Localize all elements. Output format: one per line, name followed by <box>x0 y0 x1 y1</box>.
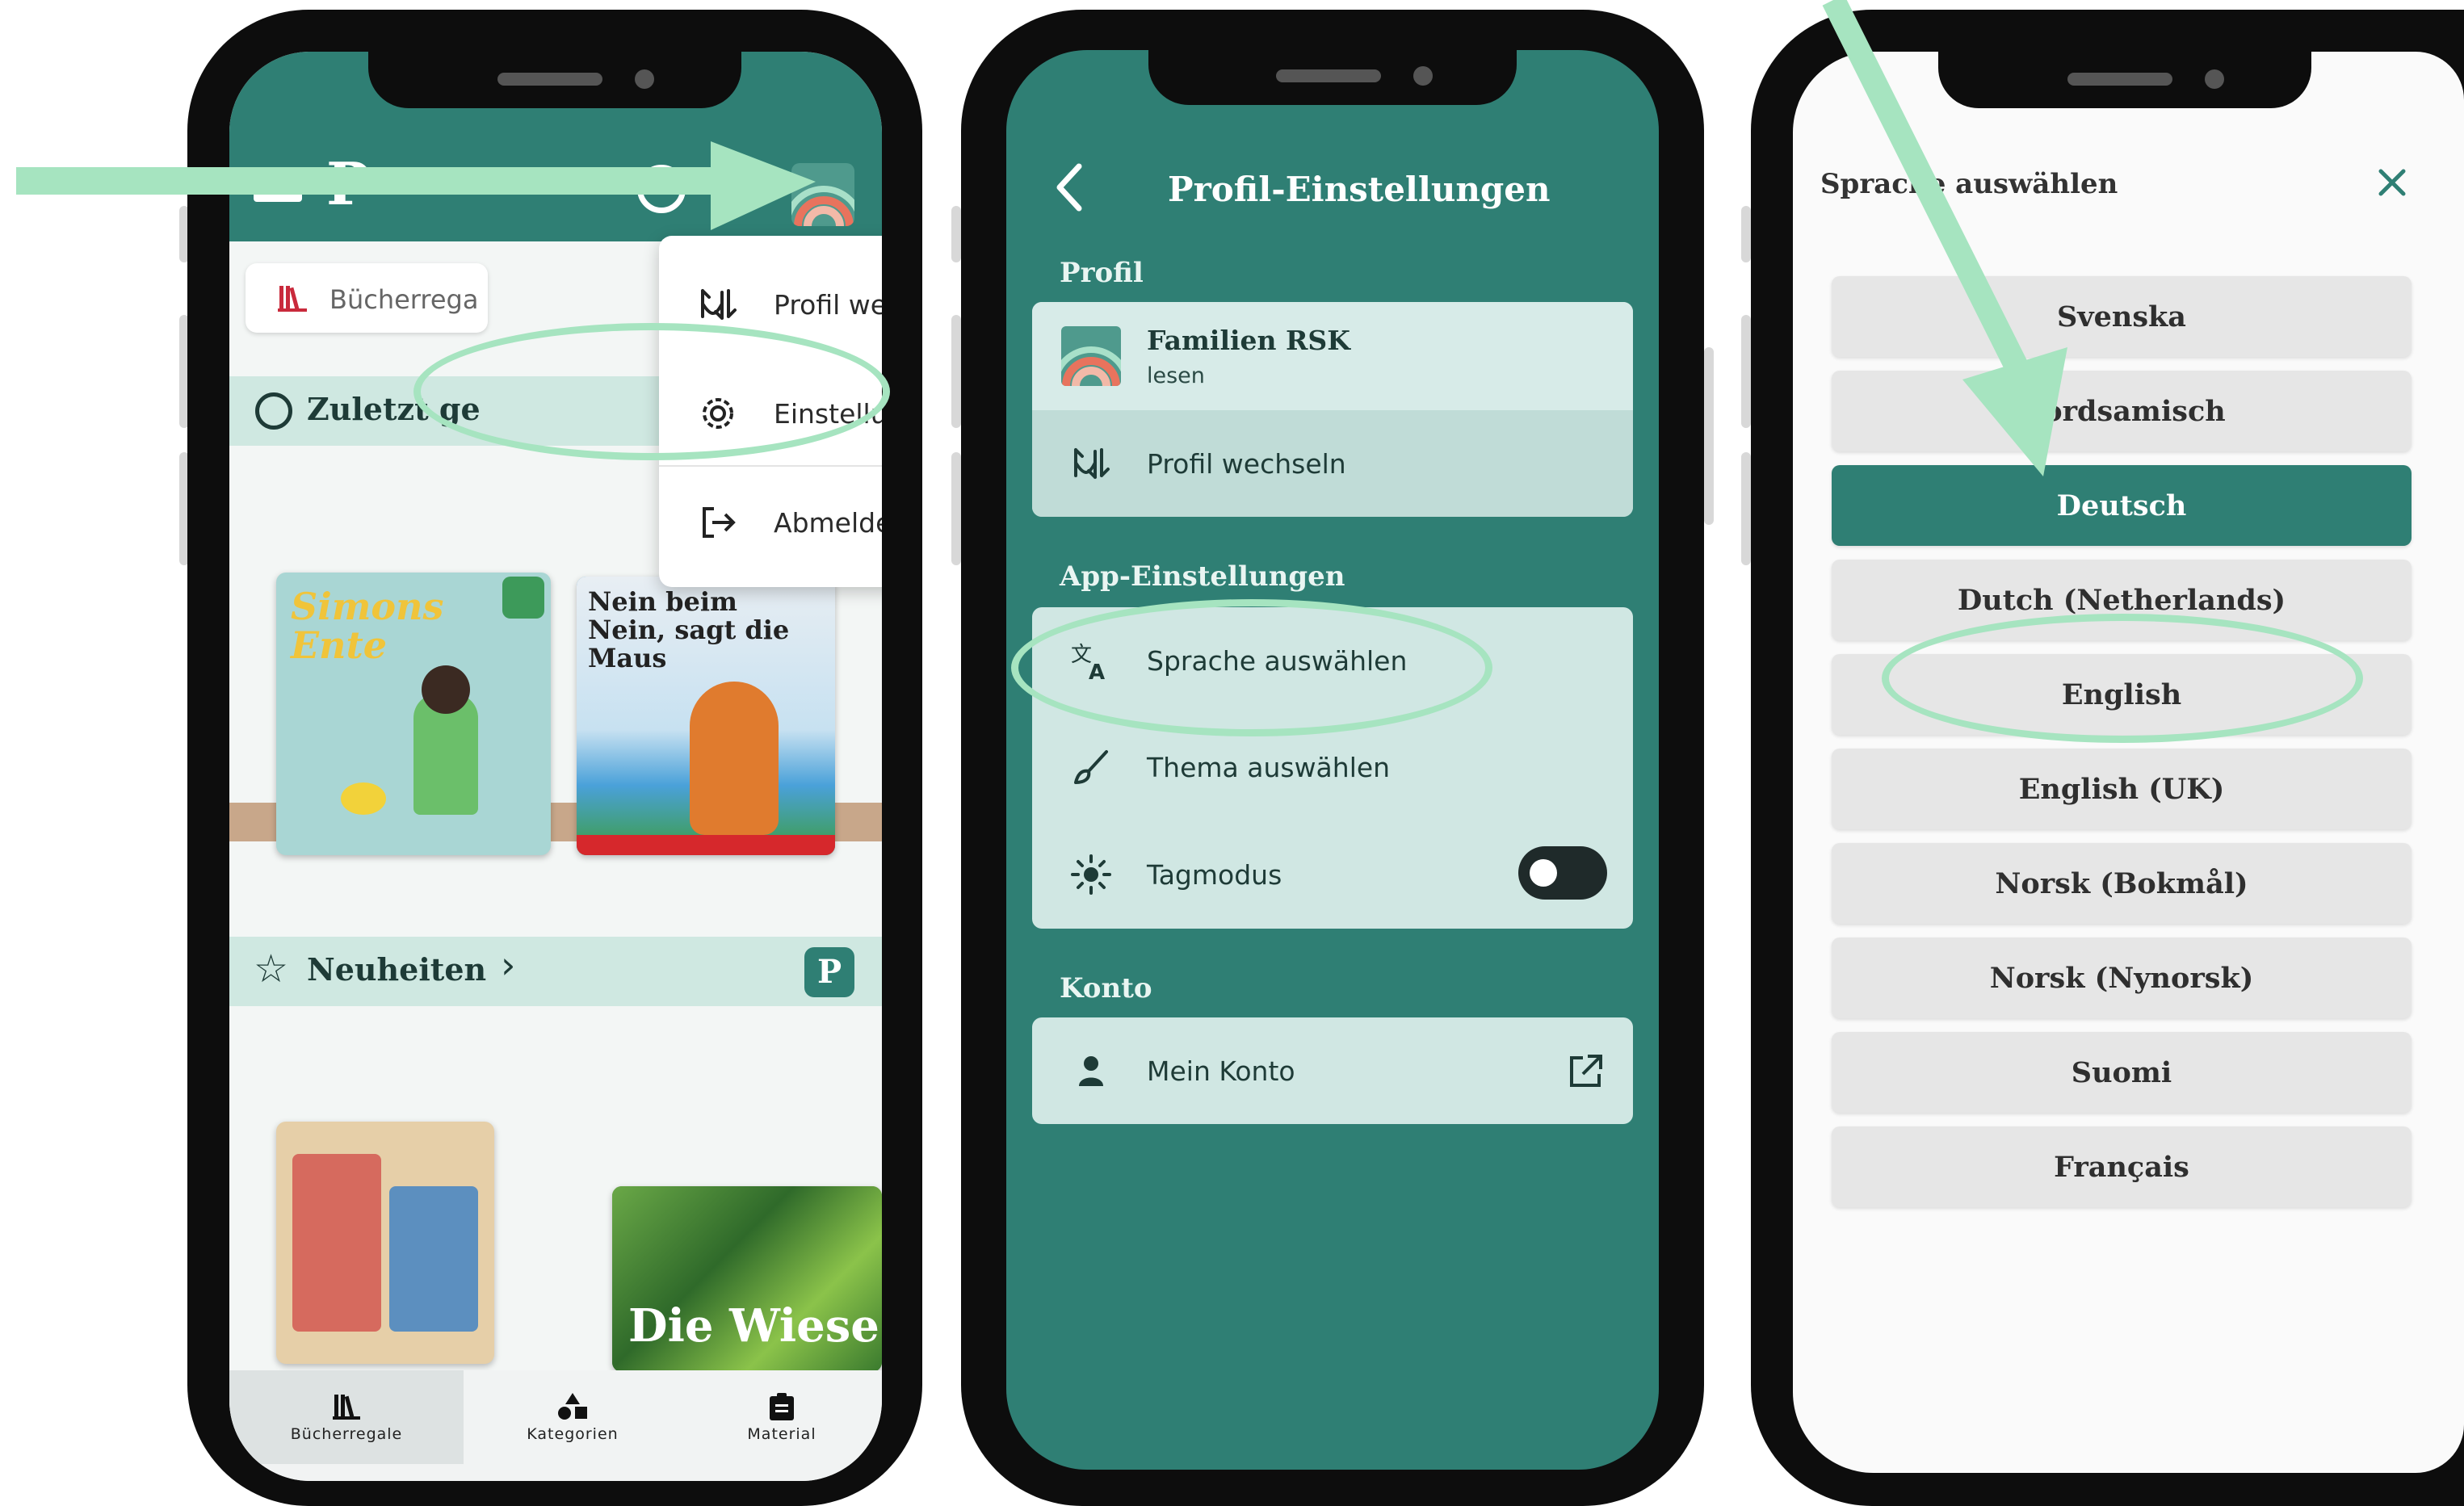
new-section-header[interactable]: ☆ Neuheiten › P <box>229 937 882 1006</box>
row-label-theme: Thema auswählen <box>1147 751 1391 783</box>
row-label-switch-profile: Profil wechseln <box>1147 447 1346 480</box>
phone3-side-button-low <box>1741 452 1751 565</box>
section-app-label: App-Einstellungen <box>1060 560 1345 593</box>
phone2-screen: Profil-Einstellungen Profil Familien RSK… <box>1006 50 1659 1470</box>
profile-role: lesen <box>1147 363 1205 388</box>
highlight-arrow-to-avatar <box>16 141 824 238</box>
phone2-speaker <box>1276 69 1381 82</box>
phone2-power-button <box>1704 347 1714 525</box>
bookshelf-icon <box>333 1393 360 1420</box>
row-my-account[interactable]: Mein Konto <box>1032 1017 1633 1124</box>
account-card: Mein Konto <box>1032 1017 1633 1124</box>
bottom-navigation: Bücherregale Kategorien Material <box>229 1370 882 1481</box>
clipboard-icon <box>770 1393 794 1420</box>
new-section-label: Neuheiten <box>307 951 487 988</box>
switch-profile-icon <box>1071 443 1111 484</box>
back-chevron-icon[interactable] <box>1053 163 1085 212</box>
star-icon: ☆ <box>254 946 289 992</box>
language-option-fran-ais[interactable]: Français <box>1832 1126 2412 1207</box>
book-red-strip <box>577 835 835 855</box>
book-illustration-head <box>422 665 470 714</box>
menu-divider <box>659 465 882 467</box>
phone3-camera <box>2205 69 2224 89</box>
section-profile-label: Profil <box>1060 257 1144 289</box>
nav-label-categories: Kategorien <box>527 1425 619 1443</box>
row-switch-profile[interactable]: Profil wechseln <box>1032 410 1633 517</box>
menu-label-logout: Abmelden <box>774 506 882 539</box>
row-day-mode[interactable]: Tagmodus <box>1032 820 1633 929</box>
toggle-knob <box>1530 859 1557 887</box>
phone1-notch <box>368 45 741 108</box>
nav-item-shelves[interactable]: Bücherregale <box>229 1370 464 1464</box>
book-illustration-scene <box>292 1154 381 1332</box>
shapes-icon <box>557 1393 588 1420</box>
chevron-right-icon[interactable]: › <box>501 946 515 984</box>
nav-item-material[interactable]: Material <box>682 1370 882 1464</box>
phone1-screen: P Bücherrega Zuletzt ge Simons Ente <box>229 52 882 1481</box>
page-title: Profil-Einstellungen <box>1168 170 1551 209</box>
language-option-english-uk[interactable]: English (UK) <box>1832 749 2412 829</box>
book-title: Simons Ente <box>291 585 444 668</box>
user-icon <box>1071 1051 1111 1091</box>
sun-icon <box>1071 854 1111 895</box>
search-placeholder: Bücherrega <box>330 284 479 315</box>
favorite-badge-icon[interactable] <box>502 577 544 619</box>
menu-item-logout[interactable]: Abmelden <box>659 478 882 567</box>
external-link-icon[interactable] <box>1567 1051 1606 1090</box>
book-illustration-scene2 <box>389 1186 478 1332</box>
menu-label-switch-profile: Profil wechseln <box>774 288 882 321</box>
phone1-camera <box>635 69 654 89</box>
highlight-arrow-to-language <box>1801 0 2076 485</box>
phone1-speaker <box>497 73 602 86</box>
search-bar[interactable]: Bücherrega <box>246 263 488 333</box>
book-cover-nein-maus[interactable]: Nein beim Nein, sagt die Maus <box>577 577 835 855</box>
bookshelf-icon <box>278 284 307 312</box>
book-title: Nein beim Nein, sagt die Maus <box>588 586 790 674</box>
profile-row-current[interactable]: Familien RSK lesen <box>1032 302 1633 410</box>
highlight-oval-language <box>1011 599 1492 736</box>
phone2-side-button-low <box>951 452 961 565</box>
brush-icon <box>1071 747 1111 787</box>
highlight-oval-english <box>1882 614 2363 743</box>
phone2-frame: Profil-Einstellungen Profil Familien RSK… <box>961 10 1704 1506</box>
language-option-suomi[interactable]: Suomi <box>1832 1032 2412 1113</box>
premium-badge: P <box>804 947 854 997</box>
language-option-norsk-nynorsk[interactable]: Norsk (Nynorsk) <box>1832 938 2412 1018</box>
phone3-side-button-mid <box>1741 315 1751 428</box>
phone2-side-button-mid <box>951 315 961 428</box>
profile-name: Familien RSK <box>1147 325 1350 356</box>
nav-label-shelves: Bücherregale <box>290 1425 403 1443</box>
row-label-my-account: Mein Konto <box>1147 1055 1295 1087</box>
profile-card: Familien RSK lesen Profil wechseln <box>1032 302 1633 517</box>
section-account-label: Konto <box>1060 972 1152 1005</box>
book-cover-wimmelbuch[interactable] <box>276 1122 494 1364</box>
switch-profile-icon <box>698 284 738 325</box>
profile-avatar <box>1061 326 1121 386</box>
row-label-day-mode: Tagmodus <box>1147 858 1282 891</box>
highlight-oval-settings <box>413 323 890 460</box>
logout-icon <box>698 502 738 543</box>
phone3-side-button-top <box>1741 206 1751 262</box>
day-mode-toggle[interactable] <box>1518 846 1607 900</box>
book-illustration-duck <box>341 782 386 815</box>
book-cover-die-wiese[interactable]: Die Wiese <box>612 1186 882 1372</box>
phone3-speaker <box>2067 73 2172 86</box>
history-icon <box>255 392 292 430</box>
phone2-camera <box>1413 66 1433 86</box>
nav-item-categories[interactable]: Kategorien <box>464 1370 682 1464</box>
book-title: Die Wiese <box>628 1299 879 1353</box>
language-option-norsk-bokm-l[interactable]: Norsk (Bokmål) <box>1832 843 2412 924</box>
close-icon[interactable] <box>2374 165 2410 200</box>
phone2-notch <box>1148 42 1517 105</box>
nav-label-material: Material <box>747 1425 816 1443</box>
book-illustration-fox <box>690 682 779 835</box>
phone2-side-button-top <box>951 206 961 262</box>
